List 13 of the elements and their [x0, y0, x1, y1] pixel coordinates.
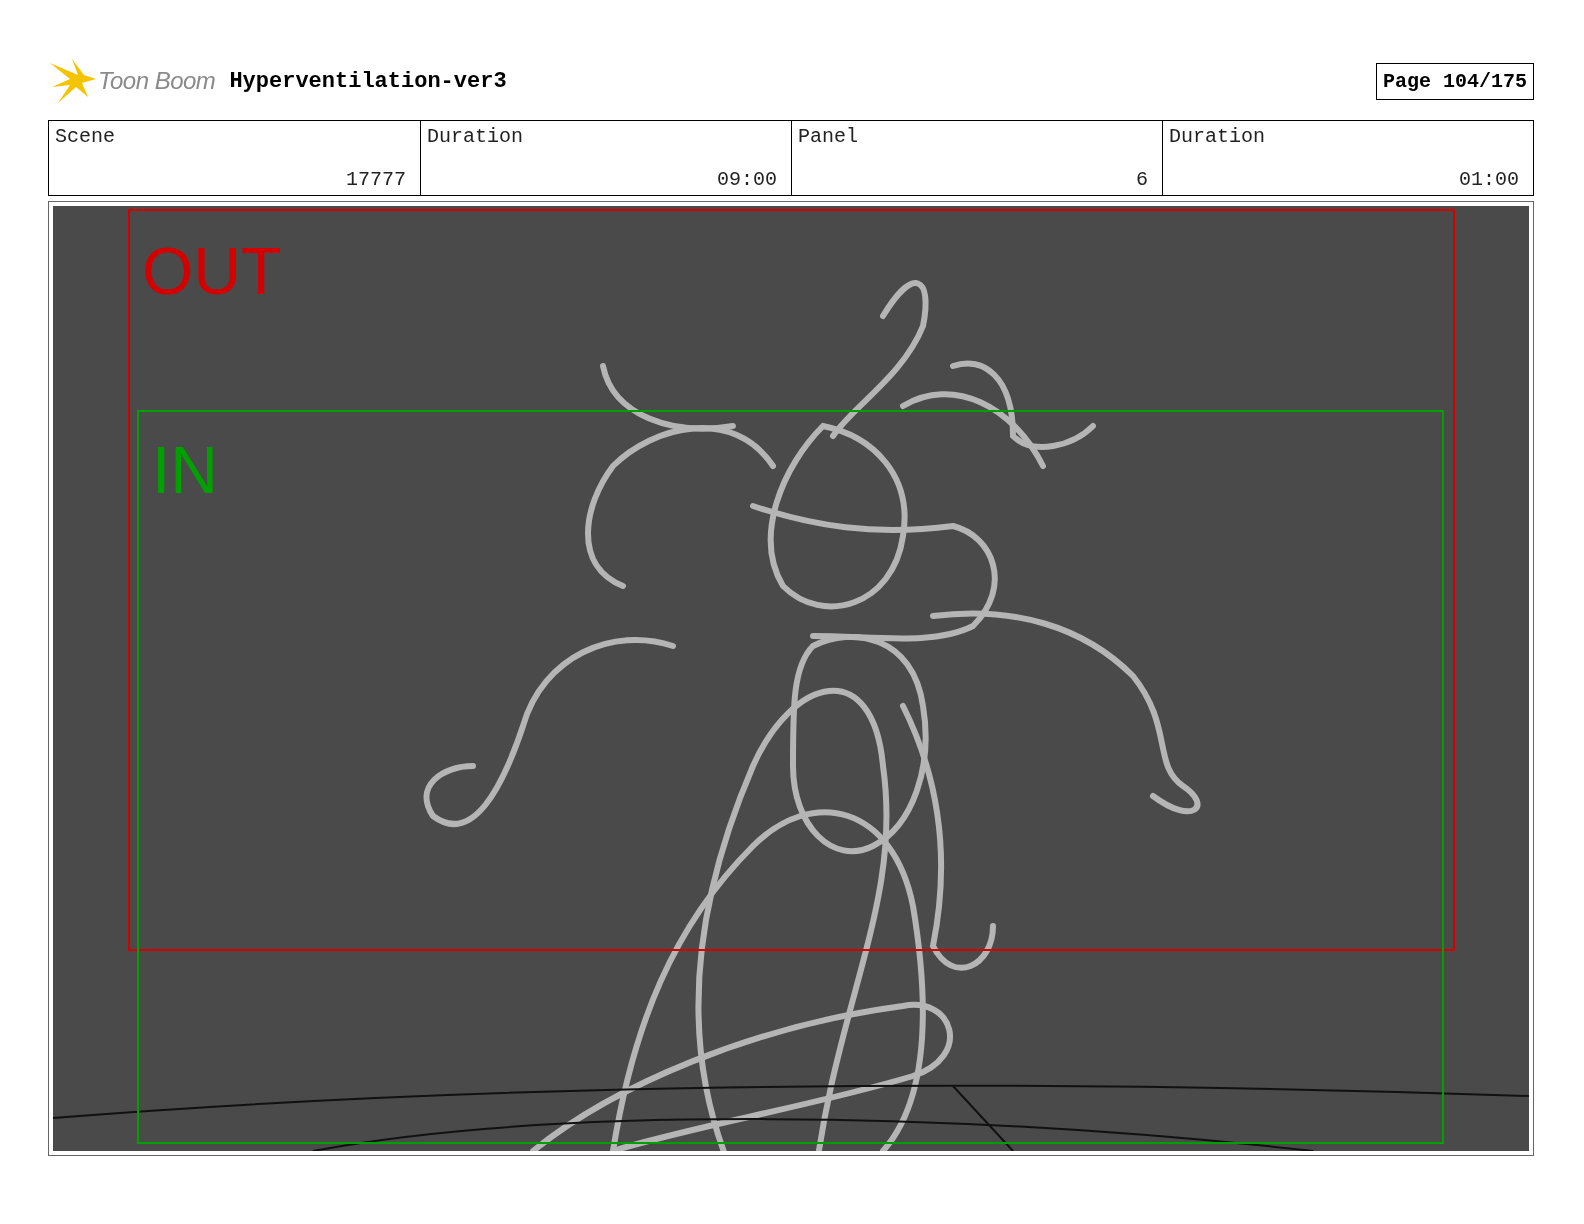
- field-label: Panel: [798, 125, 858, 148]
- frame-label: IN: [152, 433, 218, 507]
- field-value: 09:00: [717, 168, 777, 191]
- field-label: Duration: [427, 125, 523, 148]
- field-value: 6: [1136, 168, 1148, 191]
- project-title: Hyperventilation-ver3: [229, 68, 508, 94]
- field-label: Duration: [1169, 125, 1265, 148]
- page-number: Page 104/175: [1375, 62, 1534, 100]
- logo-text: Toon Boom: [98, 67, 216, 95]
- frame-label: OUT: [142, 234, 282, 308]
- field-value: 17777: [346, 168, 406, 191]
- field-value: 01:00: [1459, 168, 1519, 191]
- field-label: Scene: [55, 125, 115, 148]
